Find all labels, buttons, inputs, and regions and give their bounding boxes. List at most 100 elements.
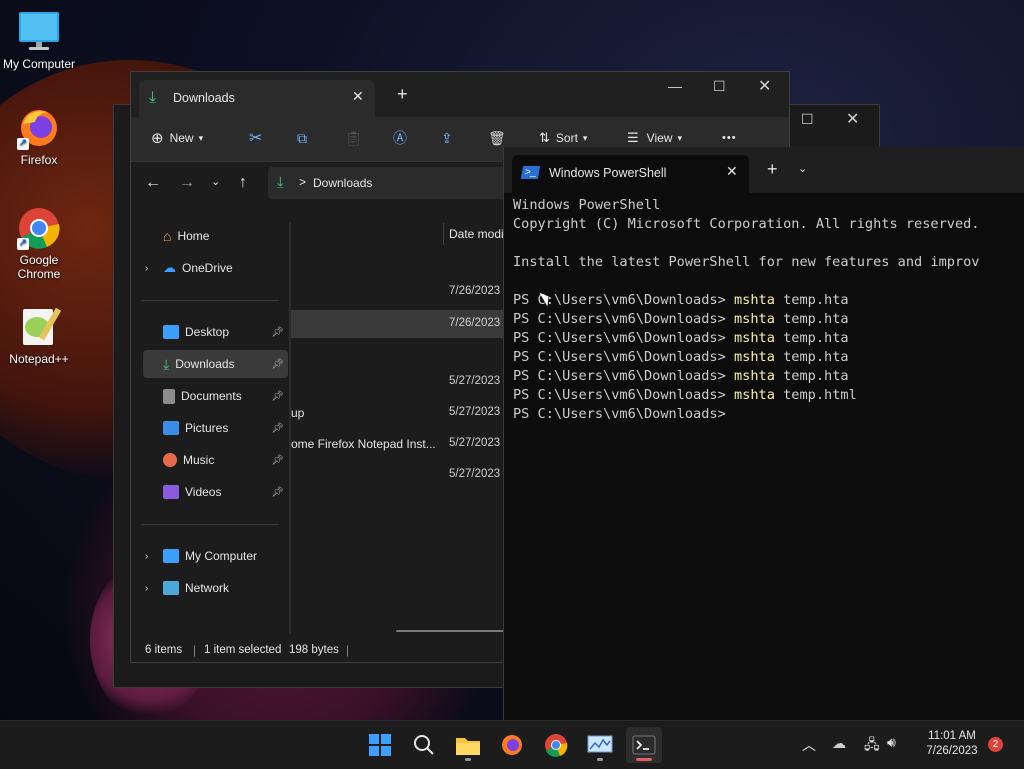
back-arrow-icon[interactable]: ←	[145, 174, 161, 192]
search-button[interactable]	[406, 727, 442, 763]
pictures-icon	[163, 421, 179, 435]
terminal-tab-powershell[interactable]: >_ Windows PowerShell ✕	[512, 155, 749, 193]
scissors-icon: ✂	[249, 130, 263, 147]
taskbar-firefox[interactable]	[494, 727, 530, 763]
command-argument: temp.hta	[774, 368, 849, 384]
forward-arrow-icon[interactable]: →	[179, 174, 195, 192]
command: mshta	[733, 387, 775, 403]
status-divider: |	[193, 643, 197, 657]
breadcrumb-downloads[interactable]: Downloads	[313, 176, 372, 190]
clock[interactable]: 11:01 AM 7/26/2023	[912, 729, 992, 759]
cut-button[interactable]: ✂	[249, 124, 262, 152]
up-arrow-icon[interactable]: ↑	[239, 174, 247, 192]
desktop-icon-firefox[interactable]: ↗ Firefox	[1, 106, 77, 167]
address-bar[interactable]: ⤓ > Downloads	[268, 167, 508, 199]
share-button[interactable]: ⇪	[441, 124, 453, 152]
taskbar-terminal[interactable]	[626, 727, 662, 763]
shortcut-arrow-icon: ↗	[17, 238, 29, 250]
command-argument: temp.hta	[774, 292, 849, 308]
file-row-selected[interactable]: 7/26/2023	[291, 310, 506, 338]
home-icon: ⌂	[163, 228, 172, 244]
maximize-icon[interactable]: ☐	[713, 78, 726, 95]
selection-count: 1 item selected	[204, 644, 282, 656]
minimize-icon[interactable]: —	[668, 78, 682, 94]
explorer-tab-downloads[interactable]: ⤓ Downloads ✕	[139, 80, 375, 117]
file-date: 5/27/2023	[449, 375, 501, 387]
new-button[interactable]: ⊕ New ▾	[151, 124, 203, 152]
file-row[interactable]: up 5/27/2023	[291, 399, 506, 427]
running-indicator	[465, 758, 471, 761]
paste-button[interactable]: 📋︎	[345, 124, 363, 152]
command-argument: temp.hta	[774, 330, 849, 346]
trash-icon: 🗑︎	[488, 129, 506, 146]
nav-item-downloads[interactable]: ⤓ Downloads 📌︎	[143, 350, 288, 378]
pin-icon: 📌︎	[271, 486, 284, 498]
show-hidden-icons-chevron-icon[interactable]: ︿	[802, 735, 816, 755]
chevron-right-icon[interactable]: ›	[145, 551, 148, 562]
taskbar-file-explorer[interactable]	[450, 727, 486, 763]
download-icon: ⤓	[163, 355, 170, 372]
document-icon	[163, 388, 175, 404]
start-button[interactable]	[362, 727, 398, 763]
volume-icon[interactable]: 🔊︎	[887, 734, 896, 751]
new-tab-button[interactable]: +	[767, 159, 778, 180]
explorer-tab-bar: ⤓ Downloads ✕ + — ☐ ✕	[131, 72, 789, 117]
new-label: New	[169, 131, 194, 145]
nav-item-my-computer[interactable]: › My Computer	[143, 542, 288, 570]
column-header-date-modified[interactable]: Date modi	[449, 227, 504, 241]
taskbar-chrome[interactable]	[538, 727, 574, 763]
nav-item-documents[interactable]: Documents 📌︎	[143, 382, 288, 410]
chrome-icon: ↗	[17, 206, 61, 250]
file-row[interactable]: 5/27/2023	[291, 368, 506, 396]
nav-item-music[interactable]: Music 📌︎	[143, 446, 288, 474]
file-row[interactable]: 7/26/2023	[291, 278, 506, 306]
terminal-tab-bar: >_ Windows PowerShell ✕ + ⌄	[504, 147, 1024, 193]
pin-icon: 📌︎	[271, 326, 284, 338]
nav-item-home[interactable]: ⌂ Home	[143, 222, 288, 250]
nav-label: Network	[185, 581, 230, 595]
nav-item-network[interactable]: › Network	[143, 574, 288, 602]
chevron-right-icon[interactable]: ›	[145, 583, 148, 594]
search-icon	[414, 735, 434, 755]
plus-circle-icon: ⊕	[151, 130, 164, 147]
onedrive-offline-icon[interactable]: ☁	[832, 735, 846, 752]
nav-item-videos[interactable]: Videos 📌︎	[143, 478, 288, 506]
clipboard-icon: 📋︎	[345, 129, 363, 146]
close-tab-icon[interactable]: ✕	[352, 88, 364, 105]
file-date: 7/26/2023	[449, 317, 501, 329]
horizontal-scrollbar[interactable]	[396, 630, 506, 632]
command: mshta	[733, 349, 775, 365]
nav-item-pictures[interactable]: Pictures 📌︎	[143, 414, 288, 442]
terminal-output[interactable]: Windows PowerShell Copyright (C) Microso…	[513, 196, 980, 424]
file-row[interactable]: 5/27/2023	[291, 461, 506, 489]
nav-label: Music	[183, 453, 215, 467]
notification-badge[interactable]: 2	[988, 737, 1003, 752]
folder-icon	[456, 738, 480, 755]
nav-item-onedrive[interactable]: › ☁ OneDrive	[143, 254, 288, 282]
file-row[interactable]: ome Firefox Notepad Inst... 5/27/2023	[291, 430, 506, 458]
maximize-icon[interactable]: ☐	[801, 111, 814, 128]
desktop-icon-chrome[interactable]: ↗ Google Chrome	[1, 206, 77, 281]
windows-logo-icon	[369, 734, 391, 756]
new-tab-button[interactable]: +	[397, 84, 408, 105]
nav-item-desktop[interactable]: Desktop 📌︎	[143, 318, 288, 346]
chevron-right-icon[interactable]: ›	[145, 263, 148, 274]
taskbar-resource-monitor[interactable]	[582, 727, 618, 763]
desktop-icon-notepadpp[interactable]: Notepad++	[1, 305, 77, 366]
file-date: 5/27/2023	[449, 437, 501, 449]
close-icon[interactable]: ✕	[846, 109, 859, 129]
recent-locations-chevron-icon[interactable]: ⌄	[211, 175, 220, 188]
monitor-icon	[163, 549, 179, 563]
copy-button[interactable]: ⧉	[297, 124, 307, 152]
rename-button[interactable]: Ⓐ	[393, 124, 407, 152]
network-icon[interactable]: 🖧︎	[864, 734, 880, 758]
music-icon	[163, 453, 177, 467]
desktop-icon-my-computer[interactable]: My Computer	[1, 10, 77, 71]
close-tab-icon[interactable]: ✕	[726, 163, 738, 180]
tab-dropdown-chevron-icon[interactable]: ⌄	[798, 162, 807, 175]
column-divider[interactable]	[443, 223, 444, 245]
chrome-icon	[545, 734, 568, 757]
firefox-icon: ↗	[17, 106, 61, 150]
close-window-icon[interactable]: ✕	[758, 76, 771, 96]
desktop-icon-label: Notepad++	[9, 352, 69, 366]
